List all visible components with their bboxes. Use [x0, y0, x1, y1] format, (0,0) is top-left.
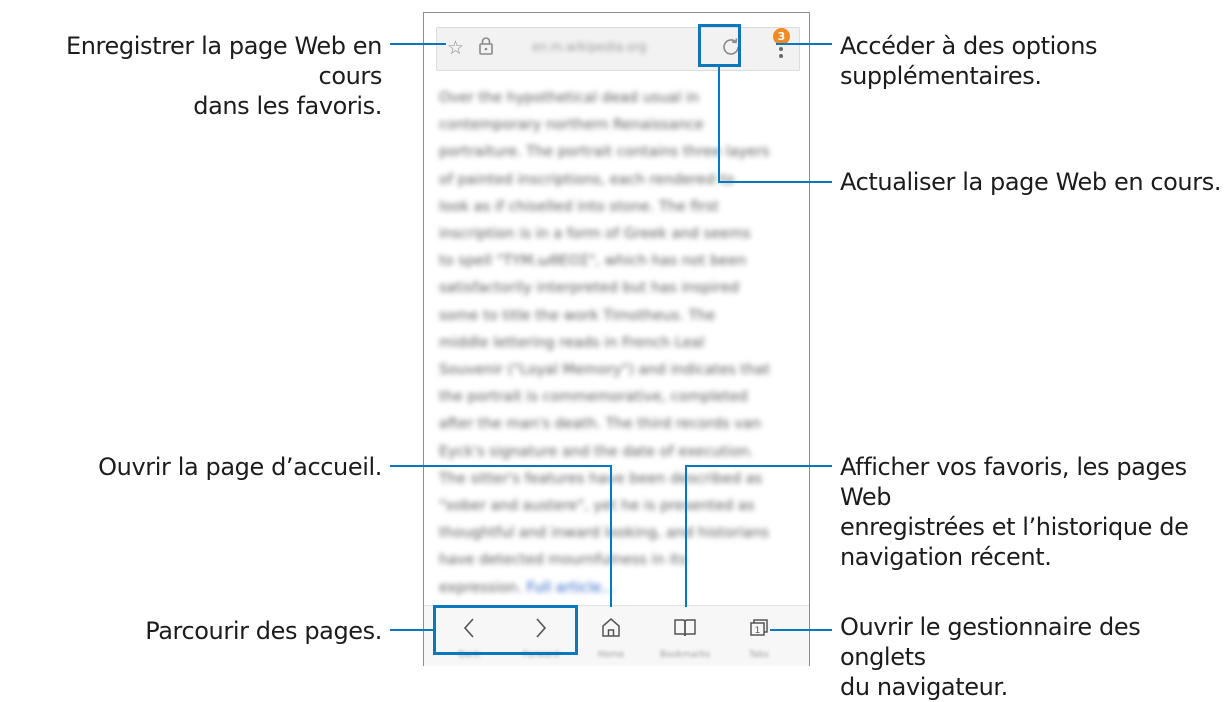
- leader-line-refresh-v: [718, 66, 720, 183]
- address-bar[interactable]: ☆ en.m.wikipedia.org 3: [436, 27, 800, 71]
- browser-screen: ☆ en.m.wikipedia.org 3 Over the hypothet…: [423, 12, 810, 666]
- article-line: to spell "TYM.ωθΕΟΣ", which has not been: [439, 253, 747, 270]
- callout-refresh: Actualiser la page Web en cours.: [840, 168, 1222, 196]
- home-label: Home: [597, 650, 625, 660]
- callout-tabs-line: Ouvrir le gestionnaire des onglets: [840, 613, 1141, 671]
- callout-bookmark-line: Enregistrer la page Web en cours: [65, 32, 382, 90]
- home-button[interactable]: Home: [574, 606, 648, 666]
- leader-line-bookmark: [390, 43, 446, 45]
- article-line-text: expression.: [439, 579, 522, 596]
- callout-home: Ouvrir la page d’accueil.: [98, 453, 382, 481]
- bookmarks-label: Bookmarks: [659, 650, 711, 660]
- full-article-link[interactable]: Full article...: [526, 580, 615, 596]
- callout-more-line: Accéder à des options: [840, 32, 1098, 60]
- callout-more-options: Accéder à des options supplémentaires.: [840, 31, 1220, 91]
- article-line: Eyck's signature and the date of executi…: [439, 443, 754, 460]
- article-line: look as if chiselled into stone. The fir…: [439, 198, 719, 215]
- navigate-highlight-box: [433, 605, 578, 655]
- callout-bookmarks-line: enregistrées et l’historique de: [840, 513, 1189, 541]
- callout-tabs: Ouvrir le gestionnaire des onglets du na…: [840, 612, 1231, 702]
- callout-bookmark: Enregistrer la page Web en cours dans le…: [0, 31, 382, 121]
- article-line: satisfactorily interpreted but has inspi…: [439, 280, 740, 297]
- article-line: portraiture. The portrait contains three…: [439, 144, 770, 161]
- leader-line-refresh-h: [718, 181, 832, 183]
- leader-line-navigate: [390, 629, 434, 631]
- leader-line-home-h: [390, 465, 612, 467]
- bookmarks-button[interactable]: Bookmarks: [648, 606, 722, 666]
- callout-tabs-line: du navigateur.: [840, 673, 1008, 701]
- article-line: some to title the work Timotheus. The: [439, 307, 716, 324]
- leader-line-more: [776, 43, 832, 45]
- article-line: inscription is in a form of Greek and se…: [439, 226, 751, 243]
- leader-line-bookmarks-v: [685, 465, 687, 607]
- article-line: the portrait is commemorative, completed: [439, 389, 748, 406]
- url-text[interactable]: en.m.wikipedia.org: [532, 40, 652, 56]
- article-line: contemporary northern Renaissance: [439, 117, 704, 134]
- star-icon[interactable]: ☆: [447, 38, 464, 58]
- leader-line-tabs: [770, 629, 832, 631]
- tabs-label: Tabs: [749, 650, 769, 660]
- book-icon: [648, 616, 722, 638]
- callout-bookmarks-line: navigation récent.: [840, 543, 1052, 571]
- home-icon: [574, 616, 648, 638]
- callout-bookmarks: Afficher vos favoris, les pages Web enre…: [840, 452, 1231, 572]
- leader-line-bookmarks-h: [685, 465, 832, 467]
- callout-bookmarks-line: Afficher vos favoris, les pages Web: [840, 453, 1187, 511]
- lock-icon: [477, 36, 495, 60]
- article-line: after the man's death. The third records…: [439, 416, 761, 433]
- tab-count: 1: [755, 626, 761, 636]
- tabs-icon: 1: [722, 616, 796, 638]
- article-line: Over the hypothetical dead usual in: [439, 90, 700, 106]
- article-line: middle lettering reads in French Leal: [439, 334, 705, 351]
- leader-line-home-v: [610, 465, 612, 607]
- tabs-button[interactable]: 1 Tabs: [722, 606, 796, 666]
- callout-more-line: supplémentaires.: [840, 62, 1042, 90]
- callout-navigate: Parcourir des pages.: [145, 617, 382, 645]
- callout-bookmark-line: dans les favoris.: [193, 92, 382, 120]
- refresh-highlight-box: [698, 24, 741, 67]
- article-line: Souvenir ("Loyal Memory") and indicates …: [439, 362, 771, 379]
